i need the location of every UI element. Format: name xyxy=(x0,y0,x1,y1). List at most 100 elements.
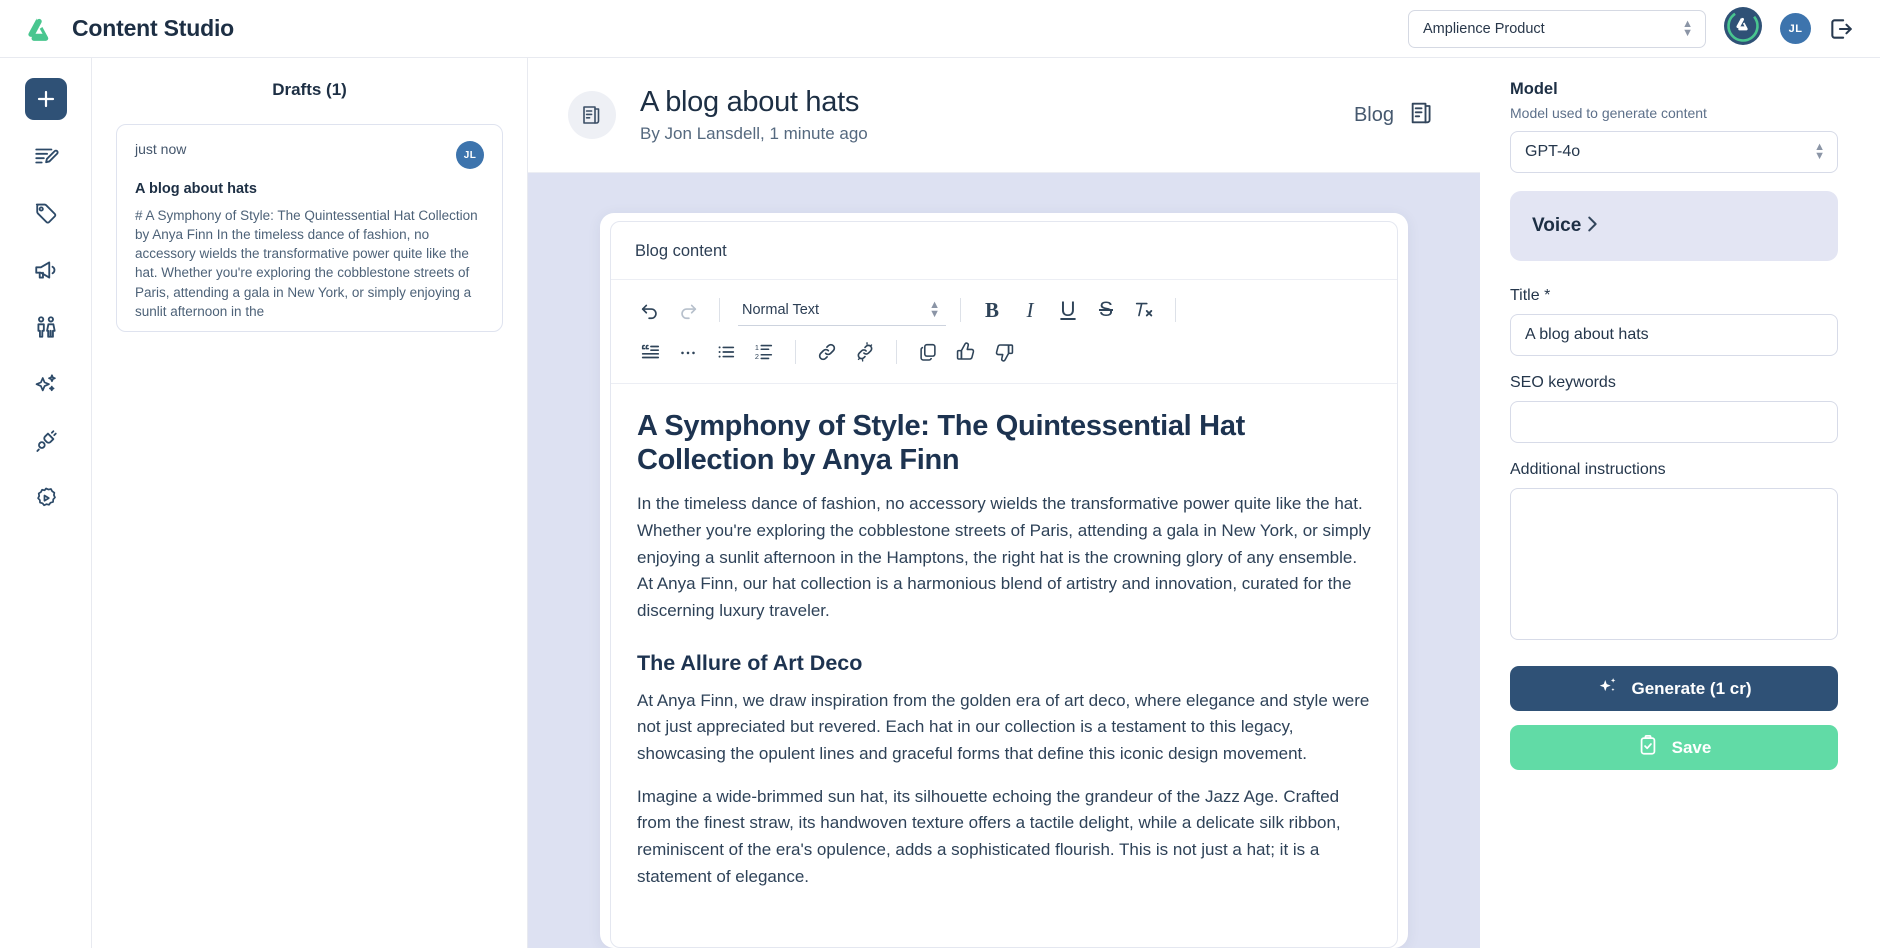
draft-card[interactable]: just now JL A blog about hats # A Sympho… xyxy=(116,124,503,332)
amplience-logo-icon xyxy=(24,14,54,44)
brand: Content Studio xyxy=(24,14,234,44)
text-style-select[interactable]: Normal Text ▲ ▼ xyxy=(738,294,946,326)
numbered-list-button[interactable]: 12 xyxy=(747,335,781,369)
sidebar-item-audiences[interactable] xyxy=(25,306,67,348)
editor-column: A blog about hats By Jon Lansdell, 1 min… xyxy=(528,58,1480,948)
drafts-panel: Drafts (1) just now JL A blog about hats… xyxy=(92,58,528,948)
sidebar-item-new[interactable] xyxy=(24,78,67,120)
bullet-list-button[interactable] xyxy=(709,335,743,369)
underline-button[interactable]: U xyxy=(1051,293,1085,327)
chevron-right-icon xyxy=(1581,213,1603,240)
chevron-updown-icon: ▲ ▼ xyxy=(929,298,940,320)
underline-icon: U xyxy=(1060,298,1076,321)
toolbar-divider xyxy=(960,298,961,322)
title-input[interactable]: A blog about hats xyxy=(1510,314,1838,356)
italic-button[interactable]: I xyxy=(1013,293,1047,327)
thumbs-down-button[interactable] xyxy=(987,335,1021,369)
more-options-button[interactable] xyxy=(671,335,705,369)
draft-avatar: JL xyxy=(456,141,484,169)
sidebar-item-ai[interactable] xyxy=(25,363,67,405)
article-h1: A Symphony of Style: The Quintessential … xyxy=(637,410,1246,476)
model-label: Model xyxy=(1510,80,1558,98)
toolbar-divider xyxy=(896,340,897,364)
app-title: Content Studio xyxy=(72,15,234,41)
app-body: Drafts (1) just now JL A blog about hats… xyxy=(0,58,1880,948)
redo-button[interactable] xyxy=(671,293,705,327)
toolbar-divider xyxy=(1175,298,1176,322)
product-select[interactable]: Amplience Product ▲ ▼ xyxy=(1408,9,1706,48)
sidebar-item-write[interactable] xyxy=(25,135,67,177)
draft-heading: A blog about hats xyxy=(135,181,257,197)
app-root: Content Studio Amplience Product ▲▼ JL xyxy=(0,0,1880,948)
editor-field-label: Blog content xyxy=(611,222,1397,280)
instructions-field-group: Additional instructions xyxy=(1510,461,1838,640)
chevron-updown-icon: ▲ ▼ xyxy=(1682,17,1693,39)
model-select[interactable]: GPT-4o ▲ ▼ xyxy=(1510,131,1838,173)
blog-icon xyxy=(1408,99,1436,132)
unlink-button[interactable] xyxy=(848,335,882,369)
thumbs-down-icon xyxy=(993,341,1015,363)
people-icon xyxy=(33,314,59,340)
document-blog-icon xyxy=(568,91,616,139)
sparkle-icon xyxy=(1597,675,1619,702)
strikethrough-button[interactable]: S xyxy=(1089,293,1123,327)
avatar[interactable]: JL xyxy=(1780,13,1811,44)
settings-panel: Model Model used to generate content GPT… xyxy=(1480,58,1880,948)
article-paragraph: Imagine a wide-brimmed sun hat, its silh… xyxy=(637,786,1341,886)
svg-text:2: 2 xyxy=(755,352,759,361)
model-help-text: Model used to generate content xyxy=(1510,105,1707,121)
voice-label: Voice xyxy=(1532,215,1582,236)
draft-avatar-initials: JL xyxy=(463,149,477,161)
voice-row[interactable]: Voice xyxy=(1510,191,1838,261)
unlink-icon xyxy=(854,341,876,363)
generate-button[interactable]: Generate (1 cr) xyxy=(1510,666,1838,711)
blockquote-button[interactable] xyxy=(633,335,667,369)
header-actions: Amplience Product ▲ ▼ JL xyxy=(1408,6,1854,51)
numbered-list-icon: 12 xyxy=(753,341,775,363)
ellipsis-icon xyxy=(677,341,699,363)
undo-button[interactable] xyxy=(633,293,667,327)
draft-card-top: just now JL xyxy=(135,141,484,169)
article-content[interactable]: A Symphony of Style: The Quintessential … xyxy=(611,384,1397,919)
title-label: Title * xyxy=(1510,287,1551,304)
sidebar-item-tags[interactable] xyxy=(25,192,67,234)
link-button[interactable] xyxy=(810,335,844,369)
bold-icon: B xyxy=(984,297,999,322)
seo-input[interactable] xyxy=(1510,401,1838,443)
sparkle-icon xyxy=(33,371,59,397)
logout-icon[interactable] xyxy=(1828,16,1854,42)
copy-button[interactable] xyxy=(911,335,945,369)
editor-card: Blog content Normal Text ▲ ▼ B I U S 1 2… xyxy=(600,213,1408,948)
amplience-ring-avatar-icon[interactable] xyxy=(1723,6,1763,51)
sidebar-item-campaigns[interactable] xyxy=(25,249,67,291)
document-type: Blog xyxy=(1354,99,1436,132)
toolbar-row-2: 12 xyxy=(633,331,1375,373)
seo-label: SEO keywords xyxy=(1510,374,1616,391)
bold-button[interactable]: B xyxy=(975,293,1009,327)
gear-play-icon xyxy=(33,485,59,511)
product-select-value: Amplience Product xyxy=(1423,20,1545,37)
drafts-title: Drafts (1) xyxy=(272,80,347,99)
instructions-label: Additional instructions xyxy=(1510,461,1666,478)
clear-format-button[interactable] xyxy=(1127,293,1161,327)
document-title-group: A blog about hats By Jon Lansdell, 1 min… xyxy=(640,86,868,144)
toolbar-row-1: Normal Text ▲ ▼ B I U S xyxy=(633,289,1375,331)
article-h2: The Allure of Art Deco xyxy=(637,650,863,675)
panel-actions: Generate (1 cr) Save xyxy=(1510,666,1838,770)
sidebar-item-integrations[interactable] xyxy=(25,420,67,462)
chevron-updown-icon: ▲ ▼ xyxy=(1814,141,1825,162)
editor-canvas: Blog content Normal Text ▲ ▼ B I U S 1 2… xyxy=(528,173,1480,948)
title-input-value: A blog about hats xyxy=(1525,326,1649,343)
title-field-group: Title * A blog about hats xyxy=(1510,287,1838,356)
sidebar-item-settings[interactable] xyxy=(25,477,67,519)
tag-icon xyxy=(33,200,59,226)
instructions-textarea[interactable] xyxy=(1510,488,1838,640)
plug-icon xyxy=(33,428,59,454)
clipboard-check-icon xyxy=(1637,734,1659,761)
editor-toolbar: Normal Text ▲ ▼ B I U S 1 2 xyxy=(611,280,1397,384)
thumbs-up-button[interactable] xyxy=(949,335,983,369)
save-button[interactable]: Save xyxy=(1510,725,1838,770)
text-style-value: Normal Text xyxy=(742,301,820,318)
italic-icon: I xyxy=(1026,297,1034,322)
toolbar-divider xyxy=(719,298,720,322)
